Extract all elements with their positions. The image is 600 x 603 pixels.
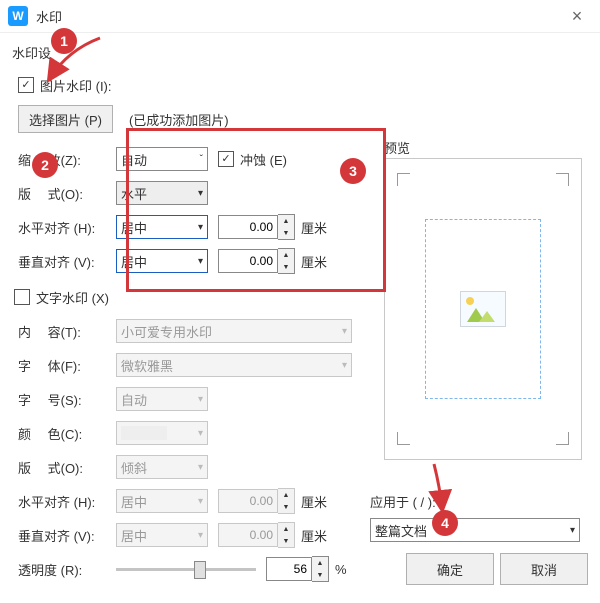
opacity-label: 透明度 (R):	[18, 560, 116, 579]
layout1-select[interactable]: 水平▾	[116, 181, 208, 205]
halign2-label: 水平对齐 (H):	[18, 492, 116, 511]
valign1-unit: 厘米	[301, 252, 327, 271]
image-watermark-checkbox[interactable]: ✓	[18, 77, 34, 93]
apply-to-label: 应用于 ( / ):	[370, 492, 436, 511]
halign2-select: 居中▾	[116, 489, 208, 513]
chevron-down-icon: ▾	[198, 496, 203, 507]
layout1-label: 版 式(O):	[18, 184, 116, 203]
erode-label: 冲蚀 (E)	[240, 150, 287, 169]
app-logo: W	[8, 6, 28, 26]
opacity-slider[interactable]	[116, 559, 256, 579]
opacity-spinner[interactable]: ▲▼	[312, 556, 329, 582]
layout2-select: 倾斜▾	[116, 455, 208, 479]
close-button[interactable]: ×	[554, 6, 600, 27]
fontsize-select: 自动▾	[116, 387, 208, 411]
image-watermark-label: 图片水印 (I):	[40, 76, 112, 95]
halign1-select[interactable]: 居中▾	[116, 215, 208, 239]
valign1-label: 垂直对齐 (V):	[18, 252, 116, 271]
select-picture-button[interactable]: 选择图片 (P)	[18, 105, 113, 133]
halign2-spinner: ▲▼	[278, 488, 295, 514]
valign1-offset[interactable]	[218, 249, 278, 273]
chevron-down-icon: ˇ	[200, 154, 203, 165]
halign1-label: 水平对齐 (H):	[18, 218, 116, 237]
layout2-label: 版 式(O):	[18, 458, 116, 477]
window-title: 水印	[36, 7, 62, 26]
chevron-down-icon: ▾	[198, 256, 203, 267]
valign2-label: 垂直对齐 (V):	[18, 526, 116, 545]
font-label: 字 体(F):	[18, 356, 116, 375]
halign2-offset	[218, 489, 278, 513]
text-watermark-label: 文字水印 (X)	[36, 288, 109, 307]
color-select: ▾	[116, 421, 208, 445]
chevron-down-icon: ▾	[198, 394, 203, 405]
zoom-select[interactable]: 自动ˇ	[116, 147, 208, 171]
valign1-spinner[interactable]: ▲▼	[278, 248, 295, 274]
content-select: 小可爱专用水印▾	[116, 319, 352, 343]
chevron-down-icon: ▾	[198, 462, 203, 473]
erode-checkbox[interactable]: ✓	[218, 151, 234, 167]
opacity-value[interactable]	[266, 557, 312, 581]
fontsize-label: 字 号(S):	[18, 390, 116, 409]
cancel-button[interactable]: 取消	[500, 553, 588, 585]
zoom-label: 缩 放(Z):	[18, 150, 116, 169]
text-watermark-checkbox[interactable]	[14, 289, 30, 305]
valign2-spinner: ▲▼	[278, 522, 295, 548]
chevron-down-icon: ▾	[198, 222, 203, 233]
preview-page	[425, 219, 541, 399]
halign2-unit: 厘米	[301, 492, 327, 511]
watermark-placeholder-icon	[460, 291, 506, 327]
content-label: 内 容(T):	[18, 322, 116, 341]
valign2-offset	[218, 523, 278, 547]
valign1-select[interactable]: 居中▾	[116, 249, 208, 273]
preview-pane	[384, 158, 582, 460]
halign1-offset[interactable]	[218, 215, 278, 239]
valign2-unit: 厘米	[301, 526, 327, 545]
apply-to-select[interactable]: 整篇文档▾	[370, 518, 580, 542]
color-label: 颜 色(C):	[18, 424, 116, 443]
opacity-unit: %	[335, 562, 347, 577]
preview-label: 预览	[384, 138, 410, 157]
chevron-down-icon: ▾	[570, 525, 575, 536]
section-title: 水印设	[12, 43, 588, 62]
ok-button[interactable]: 确定	[406, 553, 494, 585]
valign2-select: 居中▾	[116, 523, 208, 547]
font-select: 微软雅黑▾	[116, 353, 352, 377]
chevron-down-icon: ▾	[198, 428, 203, 439]
chevron-down-icon: ▾	[342, 326, 347, 337]
added-success-text: (已成功添加图片)	[129, 110, 229, 129]
chevron-down-icon: ▾	[342, 360, 347, 371]
halign1-unit: 厘米	[301, 218, 327, 237]
chevron-down-icon: ▾	[198, 188, 203, 199]
halign1-spinner[interactable]: ▲▼	[278, 214, 295, 240]
chevron-down-icon: ▾	[198, 530, 203, 541]
